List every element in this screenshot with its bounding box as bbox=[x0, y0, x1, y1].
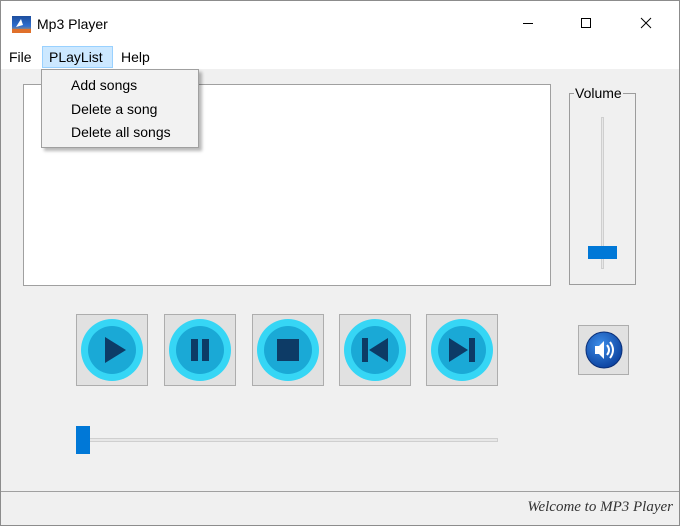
speaker-icon bbox=[585, 331, 622, 369]
mp3-player-window: Mp3 Player File PLayList Help Add songs … bbox=[0, 0, 680, 526]
stop-icon bbox=[257, 319, 319, 381]
title-bar[interactable]: Mp3 Player bbox=[1, 1, 679, 45]
volume-label: Volume bbox=[574, 85, 623, 101]
status-bar: Welcome to MP3 Player bbox=[1, 491, 679, 525]
close-icon bbox=[640, 17, 652, 29]
status-message: Welcome to MP3 Player bbox=[527, 499, 673, 515]
volume-group: Volume bbox=[569, 85, 636, 285]
menu-item-delete-a-song[interactable]: Delete a song bbox=[71, 98, 157, 120]
minimize-icon bbox=[523, 23, 533, 24]
close-button[interactable] bbox=[617, 1, 675, 45]
maximize-icon bbox=[581, 18, 591, 28]
menu-bar: File PLayList Help bbox=[1, 45, 679, 69]
menu-item-add-songs[interactable]: Add songs bbox=[71, 74, 137, 96]
previous-icon bbox=[344, 319, 406, 381]
pause-icon bbox=[169, 319, 231, 381]
playlist-dropdown-menu: Add songs Delete a song Delete all songs bbox=[41, 69, 199, 148]
next-button[interactable] bbox=[426, 314, 498, 386]
app-icon bbox=[12, 16, 31, 33]
play-icon bbox=[81, 319, 143, 381]
seek-slider-thumb[interactable] bbox=[76, 426, 90, 454]
next-icon bbox=[431, 319, 493, 381]
minimize-button[interactable] bbox=[499, 1, 557, 45]
menu-file[interactable]: File bbox=[3, 46, 38, 68]
pause-button[interactable] bbox=[164, 314, 236, 386]
menu-playlist[interactable]: PLayList bbox=[42, 46, 113, 68]
seek-slider-track[interactable] bbox=[83, 438, 498, 442]
volume-slider-thumb[interactable] bbox=[588, 245, 617, 259]
mute-button[interactable] bbox=[578, 325, 629, 375]
menu-item-delete-all-songs[interactable]: Delete all songs bbox=[71, 121, 171, 143]
maximize-button[interactable] bbox=[557, 1, 615, 45]
previous-button[interactable] bbox=[339, 314, 411, 386]
play-button[interactable] bbox=[76, 314, 148, 386]
stop-button[interactable] bbox=[252, 314, 324, 386]
window-title: Mp3 Player bbox=[37, 16, 108, 32]
menu-help[interactable]: Help bbox=[115, 46, 156, 68]
